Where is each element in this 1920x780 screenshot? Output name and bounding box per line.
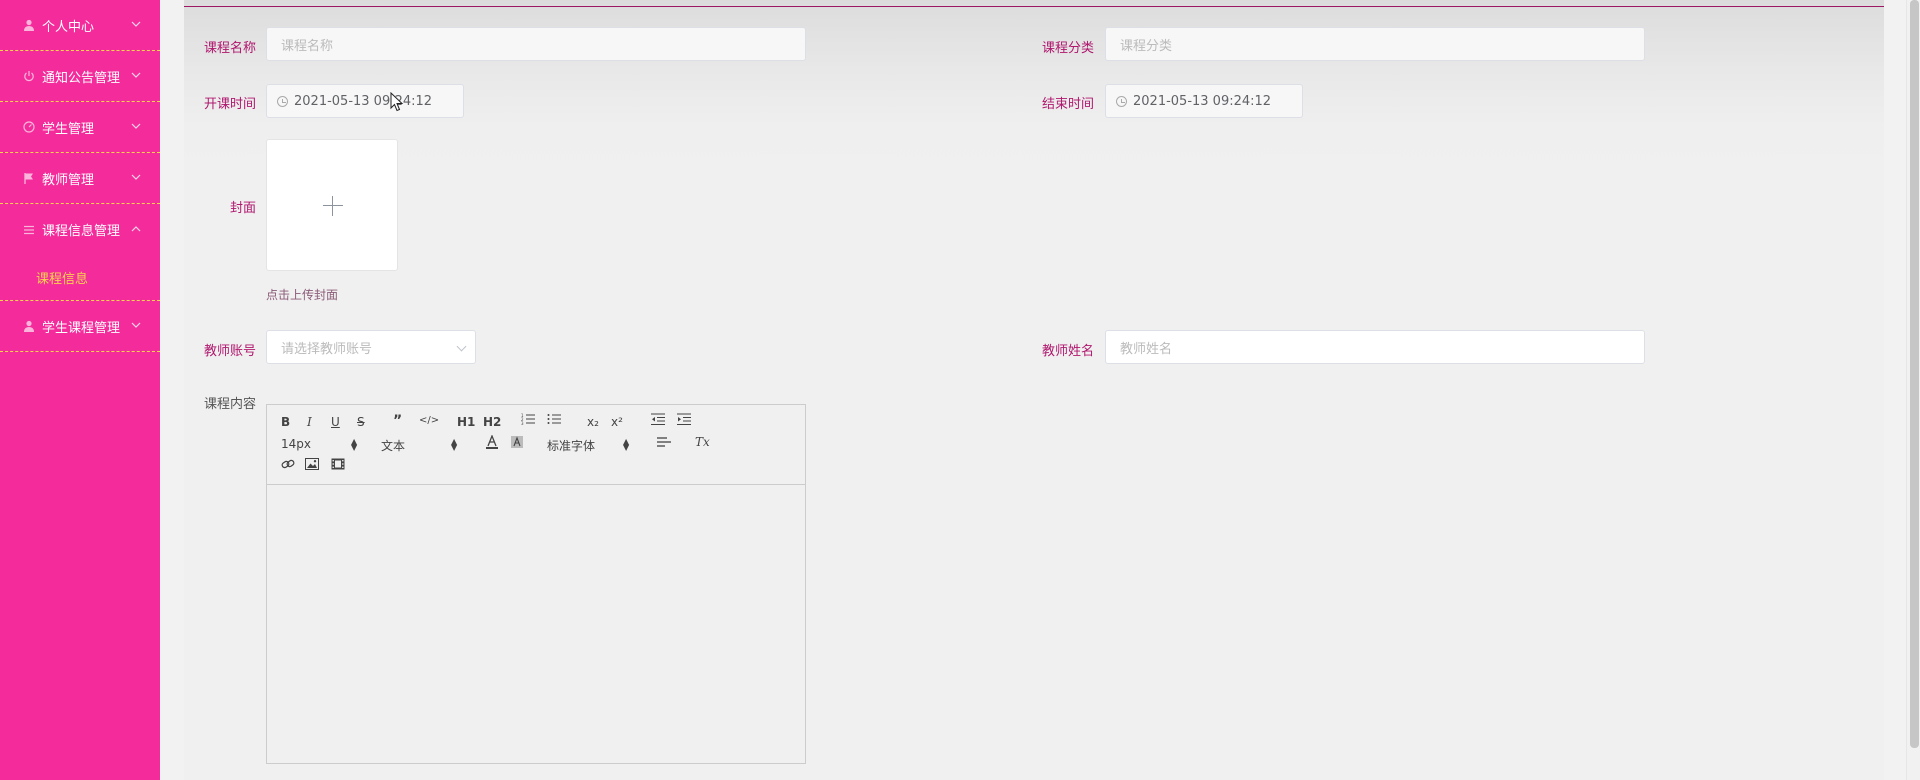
course-name-input[interactable]: 课程名称 [266,27,806,61]
mouse-cursor-icon [390,92,404,112]
scrollbar-thumb[interactable] [1910,0,1919,748]
start-time-label: 开课时间 [203,97,256,112]
chevron-down-icon [131,174,141,180]
course-name-placeholder: 课程名称 [281,38,334,54]
chevron-up-icon [131,225,141,231]
cover-uploader[interactable] [266,139,398,271]
clock-icon [1116,95,1127,107]
updown-icon: ▲ ▼ [451,437,458,452]
teacher-name-label: 教师姓名 [1041,344,1094,359]
course-category-input[interactable]: 课程分类 [1105,27,1645,61]
end-time-label: 结束时间 [1041,97,1094,112]
divider [184,6,1884,7]
sidebar-item-label: 个人中心 [42,19,95,35]
course-category-label: 课程分类 [1041,41,1094,56]
sidebar-item-teacher-management[interactable]: 教师管理 [0,153,160,204]
end-time-picker[interactable]: 2021-05-13 09:24:12 [1105,84,1303,118]
teacher-account-select[interactable]: 请选择教师账号 [266,330,476,364]
align-left-icon[interactable] [657,436,671,451]
font-family-picker[interactable]: 标准字体 ▲ ▼ [547,437,633,454]
header-value: 文本 [381,439,406,453]
sidebar-item-label: 通知公告管理 [42,70,121,86]
image-icon[interactable] [305,458,319,473]
font-family-value: 标准字体 [547,439,596,453]
h2-button[interactable]: H2 [483,415,501,429]
outdent-icon[interactable] [651,413,665,428]
sidebar: 个人中心 通知公告管理 学生管理 教师管理 课程信息管理 课程信息 学生课程管理 [0,0,160,780]
course-category-placeholder: 课程分类 [1120,38,1173,54]
teacher-name-input[interactable]: 教师姓名 [1105,330,1645,364]
italic-button[interactable]: I [307,415,312,429]
teacher-account-label: 教师账号 [203,344,256,359]
rich-text-editor: B I U S ” </> H1 H2 123 x₂ x² 14px ▲ ▼ 文… [266,404,806,764]
subscript-button[interactable]: x₂ [587,415,599,429]
sidebar-item-label: 学生管理 [42,121,95,137]
sidebar-item-student-course-management[interactable]: 学生课程管理 [0,301,160,352]
background-color-icon[interactable] [511,436,523,451]
sidebar-item-label: 学生课程管理 [42,320,121,336]
cover-label: 封面 [229,201,256,216]
font-size-picker[interactable]: 14px ▲ ▼ [281,437,361,452]
underline-button[interactable]: U [331,415,340,429]
chevron-down-icon [131,21,141,27]
list-icon [22,223,36,237]
sidebar-item-personal-center[interactable]: 个人中心 [0,0,160,51]
ordered-list-icon[interactable]: 123 [521,413,535,428]
course-form-panel: 课程名称 课程名称 课程分类 课程分类 开课时间 2021-05-13 09:2… [184,0,1884,780]
start-time-value: 2021-05-13 09:24:12 [294,93,433,109]
sidebar-subitem-course-info[interactable]: 课程信息 [0,255,160,301]
link-icon[interactable] [281,458,295,473]
bold-button[interactable]: B [281,415,290,429]
video-icon[interactable] [331,458,345,473]
start-time-picker[interactable]: 2021-05-13 09:24:12 [266,84,464,118]
h1-button[interactable]: H1 [457,415,475,429]
course-name-label: 课程名称 [203,41,256,56]
gauge-icon [22,120,36,134]
sidebar-item-notice-management[interactable]: 通知公告管理 [0,51,160,102]
vertical-scrollbar[interactable] [1906,0,1920,780]
sidebar-subitem-label: 课程信息 [36,272,89,287]
plus-icon [323,205,343,206]
font-size-value: 14px [281,437,311,451]
superscript-button[interactable]: x² [611,415,623,429]
editor-content-area[interactable] [267,485,805,763]
indent-icon[interactable] [677,413,691,428]
sidebar-item-label: 教师管理 [42,172,95,188]
clock-icon [277,95,288,107]
teacher-account-placeholder: 请选择教师账号 [281,341,373,357]
editor-toolbar: B I U S ” </> H1 H2 123 x₂ x² 14px ▲ ▼ 文… [267,405,805,485]
sidebar-item-student-management[interactable]: 学生管理 [0,102,160,153]
main-content: 课程名称 课程名称 课程分类 课程分类 开课时间 2021-05-13 09:2… [160,0,1920,780]
chevron-down-icon [456,341,467,352]
user-icon [22,319,36,333]
power-icon [22,69,36,83]
cover-upload-hint: 点击上传封面 [266,288,339,302]
updown-icon: ▲ ▼ [623,437,630,452]
chevron-down-icon [131,72,141,78]
sidebar-item-course-info-management[interactable]: 课程信息管理 [0,204,160,255]
end-time-value: 2021-05-13 09:24:12 [1133,93,1272,109]
clear-format-button[interactable]: Tx [695,435,710,449]
course-content-label: 课程内容 [203,397,256,412]
bullet-list-icon[interactable] [547,413,561,428]
teacher-name-placeholder: 教师姓名 [1120,341,1173,357]
chevron-down-icon [131,322,141,328]
chevron-down-icon [131,123,141,129]
code-block-button[interactable]: </> [419,415,439,426]
sidebar-item-label: 课程信息管理 [42,224,121,239]
plus-icon-vertical [332,196,333,216]
blockquote-button[interactable]: ” [393,413,402,429]
text-color-icon[interactable] [485,434,499,452]
strike-button[interactable]: S [357,415,365,429]
updown-icon: ▲ ▼ [351,437,358,452]
user-icon [22,18,36,32]
header-picker[interactable]: 文本 ▲ ▼ [381,437,461,454]
flag-icon [22,171,36,185]
svg-text:3: 3 [521,421,524,425]
